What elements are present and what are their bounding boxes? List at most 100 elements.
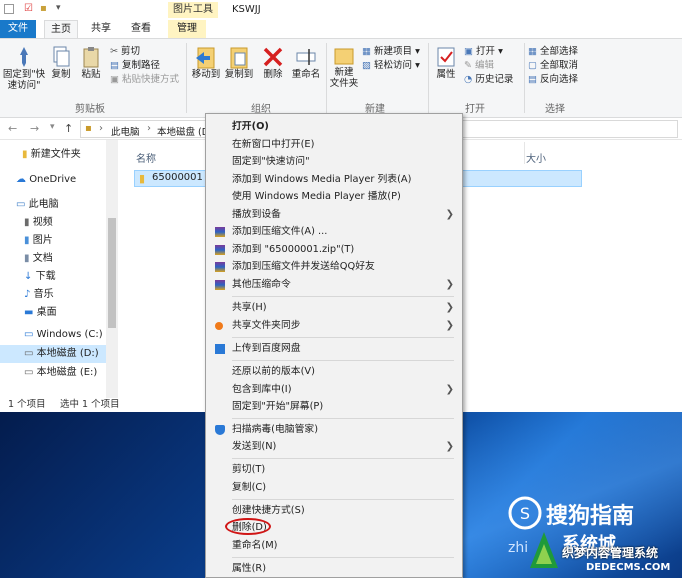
move-to-label: 移动到 [191, 69, 221, 80]
open-ribbon-button[interactable]: ▣ 打开 ▾ [464, 45, 503, 59]
folder-icon[interactable]: ▪ [40, 3, 47, 14]
select-none-button[interactable]: ▢ 全部取消 [528, 59, 578, 73]
menu-item-cut[interactable]: 剪切(T) [206, 461, 462, 479]
nav-item-local-e[interactable]: ▭ 本地磁盘 (E:) [0, 364, 97, 382]
nav-item-desktop[interactable]: ▬ 桌面 [0, 304, 57, 322]
forward-arrow-icon[interactable]: → [30, 122, 39, 135]
edit-button[interactable]: ✎ 编辑 [464, 59, 494, 73]
history-button[interactable]: ◔ 历史记录 [464, 73, 513, 87]
copy-to-button[interactable]: 复制到 [222, 45, 256, 80]
nav-label: 图片 [32, 235, 53, 246]
cut-button[interactable]: ✂ 剪切 [110, 45, 140, 59]
menu-item-add-wmp-list[interactable]: 添加到 Windows Media Player 列表(A) [206, 171, 462, 189]
tab-file[interactable]: 文件 [0, 20, 36, 38]
submenu-arrow-icon: ❯ [445, 441, 454, 452]
copy-to-label: 复制到 [224, 69, 254, 80]
menu-label: 添加到压缩文件并发送给QQ好友 [232, 261, 375, 272]
menu-item-restore-previous[interactable]: 还原以前的版本(V) [206, 363, 462, 381]
ribbon: 固定到"快速访问" 复制 粘贴 ✂ 剪切 ▤ 复制路径 ▣ 粘贴快捷方式 剪贴板… [0, 38, 682, 118]
menu-item-copy[interactable]: 复制(C) [206, 479, 462, 497]
navigation-pane: ▮ 新建文件夹 ☁ OneDrive ▭ 此电脑 ▮ 视频 ▮ 图片 ▮ 文档 … [0, 140, 118, 398]
winrar-icon [215, 280, 225, 290]
nav-item-onedrive[interactable]: ☁ OneDrive [0, 171, 76, 189]
ribbon-tabs: 文件 主页 共享 查看 管理 [0, 20, 682, 38]
back-arrow-icon[interactable]: ← [8, 122, 17, 135]
group-select-label: 选择 [545, 104, 565, 115]
recent-chevron-icon[interactable]: ▾ [50, 122, 55, 132]
easy-access-label: 轻松访问 [374, 60, 413, 71]
pin-quick-access-button[interactable]: 固定到"快速访问" [2, 45, 46, 91]
tab-manage[interactable]: 管理 [168, 20, 206, 38]
nav-scrollbar-thumb[interactable] [108, 218, 116, 328]
properties-ribbon-label: 属性 [436, 69, 456, 80]
menu-item-pin-start[interactable]: 固定到"开始"屏幕(P) [206, 398, 462, 416]
menu-item-other-compress[interactable]: 其他压缩命令 ❯ [206, 276, 462, 294]
menu-item-sync-share[interactable]: 共享文件夹同步 ❯ [206, 317, 462, 335]
copy-path-button[interactable]: ▤ 复制路径 [110, 59, 160, 73]
menu-item-upload-baidu[interactable]: 上传到百度网盘 [206, 340, 462, 358]
nav-item-new-folder[interactable]: ▮ 新建文件夹 [0, 146, 81, 164]
menu-item-include-library[interactable]: 包含到库中(I) ❯ [206, 381, 462, 399]
breadcrumb-this-pc[interactable]: 此电脑 [111, 124, 140, 138]
nav-label: 新建文件夹 [30, 149, 81, 160]
menu-item-scan-virus[interactable]: 扫描病毒(电脑管家) [206, 421, 462, 439]
properties-ribbon-button[interactable]: 属性 [432, 45, 460, 80]
tab-home[interactable]: 主页 [44, 20, 78, 38]
menu-label: 包含到库中(I) [232, 384, 292, 395]
menu-item-play-wmp[interactable]: 使用 Windows Media Player 播放(P) [206, 188, 462, 206]
rename-button[interactable]: 重命名 [288, 45, 324, 80]
menu-item-add-archive[interactable]: 添加到压缩文件(A) ... [206, 223, 462, 241]
paste-button[interactable]: 粘贴 [78, 45, 104, 80]
nav-item-music[interactable]: ♪ 音乐 [0, 286, 54, 304]
column-header-size[interactable]: 大小 [526, 150, 546, 165]
menu-item-open-new-window[interactable]: 在新窗口中打开(E) [206, 136, 462, 154]
nav-item-windows-c[interactable]: ▭ Windows (C:) [0, 326, 103, 344]
breadcrumb-chevron-icon[interactable]: › [99, 123, 103, 134]
paste-shortcut-button[interactable]: ▣ 粘贴快捷方式 [110, 73, 179, 87]
nav-item-local-d[interactable]: ▭ 本地磁盘 (D:) [0, 345, 106, 363]
nav-label: 文档 [32, 253, 53, 264]
menu-item-properties[interactable]: 属性(R) [206, 560, 462, 578]
nav-item-pictures[interactable]: ▮ 图片 [0, 232, 53, 250]
nav-item-documents[interactable]: ▮ 文档 [0, 250, 53, 268]
ribbon-divider [524, 43, 525, 113]
checkbox-icon[interactable]: ☑ [24, 3, 33, 14]
invert-selection-button[interactable]: ▤ 反向选择 [528, 73, 578, 87]
paste-label: 粘贴 [81, 69, 101, 80]
breadcrumb-local-disk[interactable]: 本地磁盘 (D [157, 124, 209, 138]
tab-view[interactable]: 查看 [124, 20, 158, 38]
easy-access-button[interactable]: ▧ 轻松访问 ▾ [362, 59, 420, 73]
menu-item-share[interactable]: 共享(H) ❯ [206, 299, 462, 317]
edit-label: 编辑 [475, 60, 495, 71]
breadcrumb-chevron-icon[interactable]: › [147, 123, 151, 134]
menu-item-pin-quick-access[interactable]: 固定到"快速访问" [206, 153, 462, 171]
menu-item-add-zip[interactable]: 添加到 "65000001.zip"(T) [206, 241, 462, 259]
sogou-watermark: S 搜狗指南 [508, 494, 682, 532]
new-folder-button[interactable]: 新建 文件夹 [328, 45, 360, 89]
move-to-button[interactable]: 移动到 [190, 45, 222, 80]
nav-item-videos[interactable]: ▮ 视频 [0, 214, 53, 232]
menu-item-send-to[interactable]: 发送到(N) ❯ [206, 438, 462, 456]
menu-item-cast-to-device[interactable]: 播放到设备 ❯ [206, 206, 462, 224]
select-all-button[interactable]: ▦ 全部选择 [528, 45, 578, 59]
new-item-button[interactable]: ▦ 新建项目 ▾ [362, 45, 420, 59]
nav-item-downloads[interactable]: ↓ 下载 [0, 268, 56, 286]
dedecms-url-text: DEDECMS.COM [586, 562, 671, 573]
menu-item-open[interactable]: 打开(O) [206, 118, 462, 136]
menu-item-rename[interactable]: 重命名(M) [206, 537, 462, 555]
drive-icon: ▭ [24, 329, 34, 340]
tab-share[interactable]: 共享 [84, 20, 118, 38]
window-icon[interactable] [4, 4, 14, 14]
nav-item-this-pc[interactable]: ▭ 此电脑 [0, 196, 59, 214]
delete-ribbon-button[interactable]: 删除 [260, 45, 286, 80]
chevron-down-icon[interactable]: ▾ [56, 3, 61, 13]
menu-item-add-zip-qq[interactable]: 添加到压缩文件并发送给QQ好友 [206, 258, 462, 276]
delete-ribbon-label: 删除 [263, 69, 283, 80]
copy-button[interactable]: 复制 [48, 45, 74, 80]
history-icon: ◔ [464, 74, 473, 85]
document-icon: ▮ [24, 253, 30, 264]
title-bar: ☑ ▪ ▾ 图片工具 KSWJJ [0, 0, 682, 20]
chevron-down-icon: ▾ [415, 60, 420, 71]
up-arrow-icon[interactable]: ↑ [64, 122, 73, 135]
column-header-name[interactable]: 名称 [136, 150, 156, 165]
